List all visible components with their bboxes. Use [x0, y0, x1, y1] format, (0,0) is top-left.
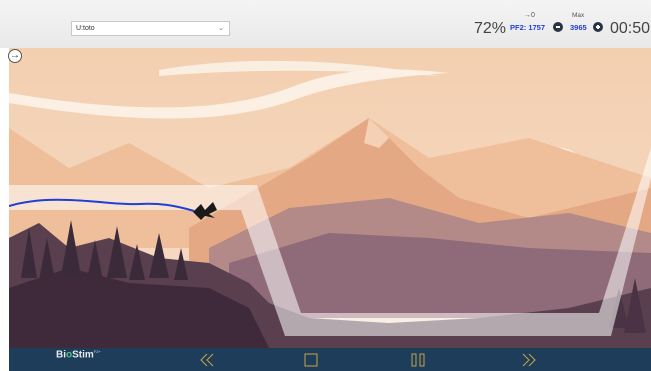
max-value: 3965: [570, 23, 587, 32]
rewind-button[interactable]: [199, 352, 215, 368]
biostim-logo: BioStimF2+: [56, 349, 101, 361]
stop-button[interactable]: [303, 352, 319, 368]
timer: 00:50: [610, 20, 651, 37]
increase-icon[interactable]: [593, 22, 603, 32]
fast-forward-button[interactable]: [521, 352, 537, 368]
arrow-zero-label: →0: [524, 12, 535, 19]
fast-forward-icon: [522, 353, 536, 367]
user-select-value: U:toto: [76, 25, 95, 32]
top-bar: U:toto ⌄ 72% →0 PF2: 1757 Max 3965 00:50: [0, 0, 651, 48]
percent-readout: 72%: [474, 20, 507, 37]
rewind-icon: [200, 353, 214, 367]
user-select[interactable]: U:toto ⌄: [71, 21, 230, 36]
pause-button[interactable]: [410, 352, 426, 368]
max-label: Max: [572, 12, 585, 19]
chevron-down-icon: ⌄: [218, 25, 224, 32]
landscape-illustration: [9, 48, 651, 348]
pause-icon: [411, 353, 425, 367]
game-scene: [9, 48, 651, 348]
next-arrow-icon[interactable]: →: [8, 49, 22, 63]
decrease-icon[interactable]: [553, 22, 563, 32]
bottom-bar: [9, 348, 651, 371]
stop-icon: [304, 353, 318, 367]
pf2-readout: PF2: 1757: [510, 23, 546, 32]
